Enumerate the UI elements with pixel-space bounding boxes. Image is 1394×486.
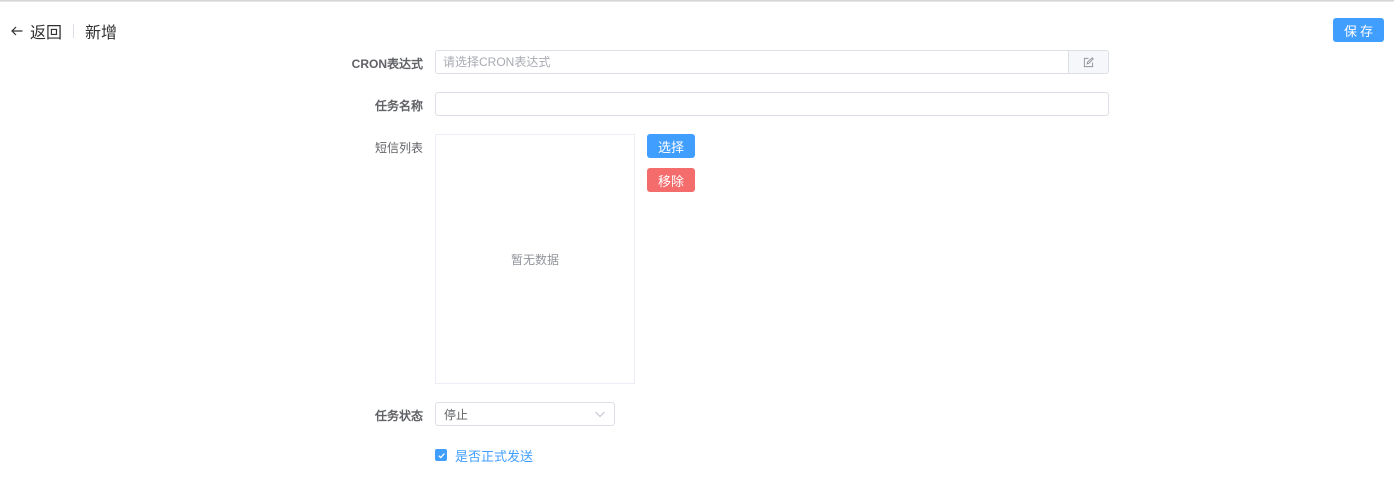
edit-icon [1083,56,1094,67]
cron-input[interactable] [436,51,1068,73]
arrow-left-icon [11,26,23,36]
sms-list-label: 短信列表 [374,141,423,155]
chevron-down-icon [595,411,605,418]
header-divider [73,24,75,38]
sms-list-box[interactable]: 暂无数据 [435,134,635,384]
cron-input-group [435,50,1109,74]
formal-send-checkbox[interactable] [435,449,447,461]
back-label: 返回 [30,25,63,42]
task-name-label: 任务名称 [374,99,423,113]
check-icon [437,452,445,458]
cron-edit-button[interactable] [1068,51,1108,73]
save-button[interactable]: 保存 [1333,18,1384,42]
empty-text: 暂无数据 [510,252,559,267]
remove-button[interactable]: 移除 [647,168,695,192]
task-status-select[interactable]: 停止 [435,402,615,426]
cron-label: CRON表达式 [351,57,423,71]
formal-send-label: 是否正式发送 [455,448,534,464]
task-status-label: 任务状态 [374,409,423,423]
select-button[interactable]: 选择 [647,134,695,158]
page-header: 返回 新增 [10,18,117,44]
formal-send-checkbox-row[interactable]: 是否正式发送 [435,447,534,464]
page-title: 新增 [85,25,118,42]
task-name-input[interactable] [435,92,1109,116]
task-status-value: 停止 [444,407,469,422]
top-border [0,0,1394,2]
back-button[interactable]: 返回 [10,19,62,43]
